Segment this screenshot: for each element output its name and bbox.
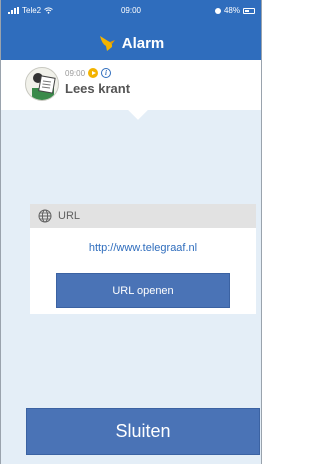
- header: Alarm: [1, 26, 261, 60]
- battery-percent: 48%: [223, 6, 240, 15]
- globe-icon: [38, 209, 52, 223]
- activity-row: 09:00 i Lees krant: [1, 60, 261, 110]
- activity-time: 09:00: [65, 68, 86, 78]
- play-icon[interactable]: [88, 68, 99, 78]
- open-url-button[interactable]: URL openen: [56, 273, 230, 308]
- close-button[interactable]: Sluiten: [26, 408, 260, 455]
- info-icon[interactable]: i: [101, 68, 112, 78]
- reading-newspaper-icon: [25, 67, 59, 101]
- activity-meta: 09:00 i: [65, 68, 112, 78]
- bird-icon: [99, 35, 115, 51]
- top-bar: Tele2 09:00 48% Alarm: [1, 0, 261, 60]
- battery-group: 48%: [214, 6, 255, 15]
- url-card: URL http://www.telegraaf.nl URL openen: [30, 204, 256, 314]
- status-bar: Tele2 09:00 48%: [1, 0, 261, 22]
- url-section-label: URL: [58, 210, 81, 222]
- alarm-clock-icon: [214, 7, 221, 14]
- url-link[interactable]: http://www.telegraaf.nl: [30, 242, 256, 254]
- battery-icon: [243, 7, 255, 14]
- url-section-header: URL: [30, 204, 256, 228]
- activity-title: Lees krant: [65, 81, 131, 96]
- page-title: Alarm: [121, 34, 165, 52]
